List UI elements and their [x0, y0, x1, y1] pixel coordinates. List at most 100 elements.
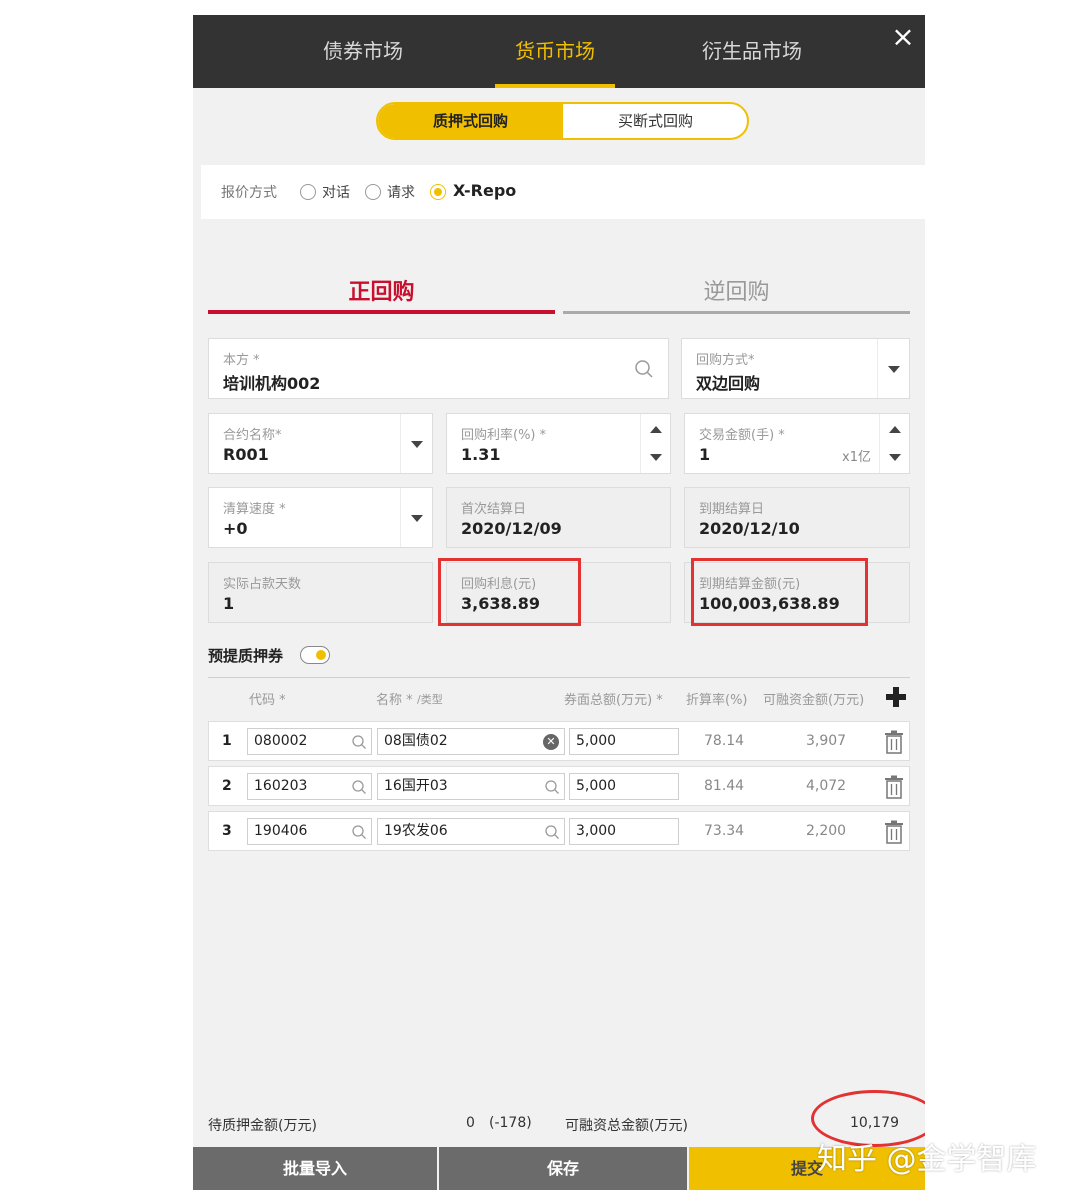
pending-pledge-delta: (-178) — [489, 1115, 532, 1131]
face-amount-input[interactable]: 5,000 — [569, 773, 679, 800]
haircut-value: 78.14 — [704, 733, 745, 749]
settlement-speed-select[interactable]: 清算速度 * +0 — [208, 487, 433, 548]
tab-outright-repo[interactable]: 买断式回购 — [563, 104, 747, 138]
trash-icon[interactable] — [883, 775, 905, 799]
settlement-speed-dropdown[interactable] — [400, 488, 432, 547]
search-icon[interactable] — [351, 734, 367, 750]
trade-amount-field[interactable]: 交易金额(手) * 1 x1亿 — [684, 413, 910, 474]
tab-derivatives-market[interactable]: 衍生品市场 — [690, 15, 814, 88]
name-input[interactable]: 19农发06 — [377, 818, 565, 845]
total-financing-label: 可融资总金额(万元) — [565, 1118, 688, 1134]
repo-rate-label: 回购利率(%) * — [461, 428, 547, 443]
haircut-value: 81.44 — [704, 778, 745, 794]
quote-mode-bar: 报价方式 对话 请求 X-Repo — [201, 165, 925, 219]
search-icon[interactable] — [351, 779, 367, 795]
tab-reverse-repo[interactable]: 逆回购 — [563, 270, 910, 315]
row-index: 3 — [222, 823, 232, 839]
table-row: 3 190406 19农发06 3,000 73.34 2,200 — [208, 811, 910, 851]
contract-select[interactable]: 合约名称* R001 — [208, 413, 433, 474]
pending-pledge-value: 0 — [466, 1115, 475, 1131]
close-icon[interactable]: × — [889, 23, 917, 51]
arrow-down-icon[interactable] — [889, 454, 901, 461]
row-index: 2 — [222, 778, 232, 794]
plus-icon[interactable] — [885, 686, 907, 708]
repo-panel: 债券市场 货币市场 衍生品市场 × 质押式回购 买断式回购 报价方式 对话 请求… — [193, 15, 925, 1190]
trade-amount-stepper[interactable] — [879, 414, 909, 473]
code-value: 080002 — [254, 733, 308, 749]
radio-xrepo-label: X-Repo — [453, 181, 517, 200]
repo-rate-field[interactable]: 回购利率(%) * 1.31 — [446, 413, 671, 474]
party-value: 培训机构002 — [223, 374, 321, 393]
tab-money-market[interactable]: 货币市场 — [495, 15, 615, 88]
tab-forward-repo[interactable]: 正回购 — [208, 270, 555, 315]
face-amount-input[interactable]: 3,000 — [569, 818, 679, 845]
actual-days-value: 1 — [223, 594, 235, 613]
repo-method-label: 回购方式* — [696, 353, 755, 368]
clear-icon[interactable]: ✕ — [543, 734, 559, 750]
code-input[interactable]: 160203 — [247, 773, 372, 800]
quote-mode-label: 报价方式 — [221, 185, 277, 201]
haircut-value: 73.34 — [704, 823, 745, 839]
repo-rate-stepper[interactable] — [640, 414, 670, 473]
code-input[interactable]: 190406 — [247, 818, 372, 845]
name-input[interactable]: 16国开03 — [377, 773, 565, 800]
face-amount-value: 5,000 — [576, 778, 617, 794]
name-input[interactable]: 08国债02 ✕ — [377, 728, 565, 755]
header-type: /类型 — [417, 693, 443, 706]
header-haircut: 折算率(%) — [686, 693, 748, 708]
header-code: 代码 * — [249, 693, 286, 708]
trash-icon[interactable] — [883, 730, 905, 754]
search-icon[interactable] — [351, 824, 367, 840]
highlight-box-interest — [438, 558, 581, 626]
reverse-repo-underline — [563, 311, 910, 314]
table-header-divider — [208, 677, 910, 678]
radio-request[interactable] — [365, 184, 381, 200]
contract-dropdown[interactable] — [400, 414, 432, 473]
search-icon[interactable] — [544, 824, 560, 840]
trade-amount-unit: x1亿 — [842, 450, 871, 465]
market-tab-bar: 债券市场 货币市场 衍生品市场 × — [193, 15, 925, 88]
party-label: 本方 * — [223, 353, 260, 368]
name-value: 16国开03 — [384, 778, 448, 794]
batch-import-button[interactable]: 批量导入 — [193, 1147, 437, 1190]
code-input[interactable]: 080002 — [247, 728, 372, 755]
chevron-down-icon — [411, 514, 423, 522]
radio-request-label: 请求 — [387, 185, 415, 201]
radio-dialogue[interactable] — [300, 184, 316, 200]
contract-label: 合约名称* — [223, 428, 282, 443]
actual-days-label: 实际占款天数 — [223, 577, 302, 592]
face-amount-value: 3,000 — [576, 823, 617, 839]
search-icon[interactable] — [544, 779, 560, 795]
arrow-up-icon[interactable] — [889, 426, 901, 433]
header-financing-amount: 可融资金额(万元) — [763, 693, 865, 708]
arrow-down-icon[interactable] — [650, 454, 662, 461]
chevron-down-icon — [888, 365, 900, 373]
trash-icon[interactable] — [883, 820, 905, 844]
maturity-settlement-date: 到期结算日 2020/12/10 — [684, 487, 910, 548]
trade-amount-value: 1 — [699, 445, 711, 464]
repo-method-select[interactable]: 回购方式* 双边回购 — [681, 338, 910, 399]
first-settlement-date: 首次结算日 2020/12/09 — [446, 487, 671, 548]
first-settlement-date-value: 2020/12/09 — [461, 519, 562, 538]
financing-value: 4,072 — [806, 778, 847, 794]
maturity-settlement-date-label: 到期结算日 — [699, 502, 765, 517]
settlement-speed-label: 清算速度 * — [223, 502, 286, 517]
search-icon[interactable] — [634, 359, 654, 379]
name-value: 19农发06 — [384, 823, 448, 839]
toggle-knob — [316, 650, 326, 660]
face-amount-value: 5,000 — [576, 733, 617, 749]
actual-days: 实际占款天数 1 — [208, 562, 433, 623]
save-button[interactable]: 保存 — [439, 1147, 687, 1190]
trade-amount-label: 交易金额(手) * — [699, 428, 785, 443]
financing-value: 3,907 — [806, 733, 847, 749]
face-amount-input[interactable]: 5,000 — [569, 728, 679, 755]
arrow-up-icon[interactable] — [650, 426, 662, 433]
code-value: 160203 — [254, 778, 308, 794]
collateral-title: 预提质押券 — [208, 647, 284, 665]
party-field[interactable]: 本方 * 培训机构002 — [208, 338, 669, 399]
collateral-toggle[interactable] — [300, 646, 330, 664]
radio-xrepo[interactable] — [430, 184, 446, 200]
tab-pledged-repo[interactable]: 质押式回购 — [378, 104, 563, 138]
repo-method-dropdown[interactable] — [877, 339, 909, 398]
tab-bond-market[interactable]: 债券市场 — [305, 15, 421, 88]
